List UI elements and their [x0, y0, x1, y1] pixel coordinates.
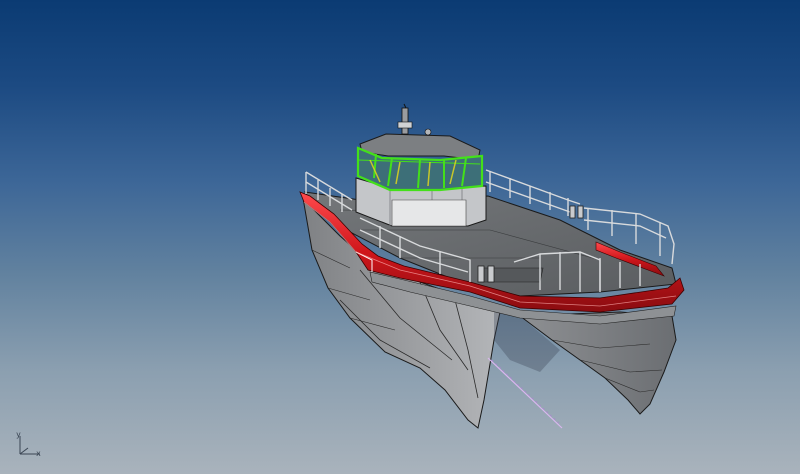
wheelhouse — [355, 103, 487, 227]
catamaran-3d-model[interactable] — [0, 0, 800, 474]
axis-x-label: x — [36, 449, 41, 458]
dimension-annotation — [487, 357, 563, 429]
axis-y-label: y — [16, 430, 21, 439]
rhino-perspective-viewport[interactable]: y x — [0, 0, 800, 474]
